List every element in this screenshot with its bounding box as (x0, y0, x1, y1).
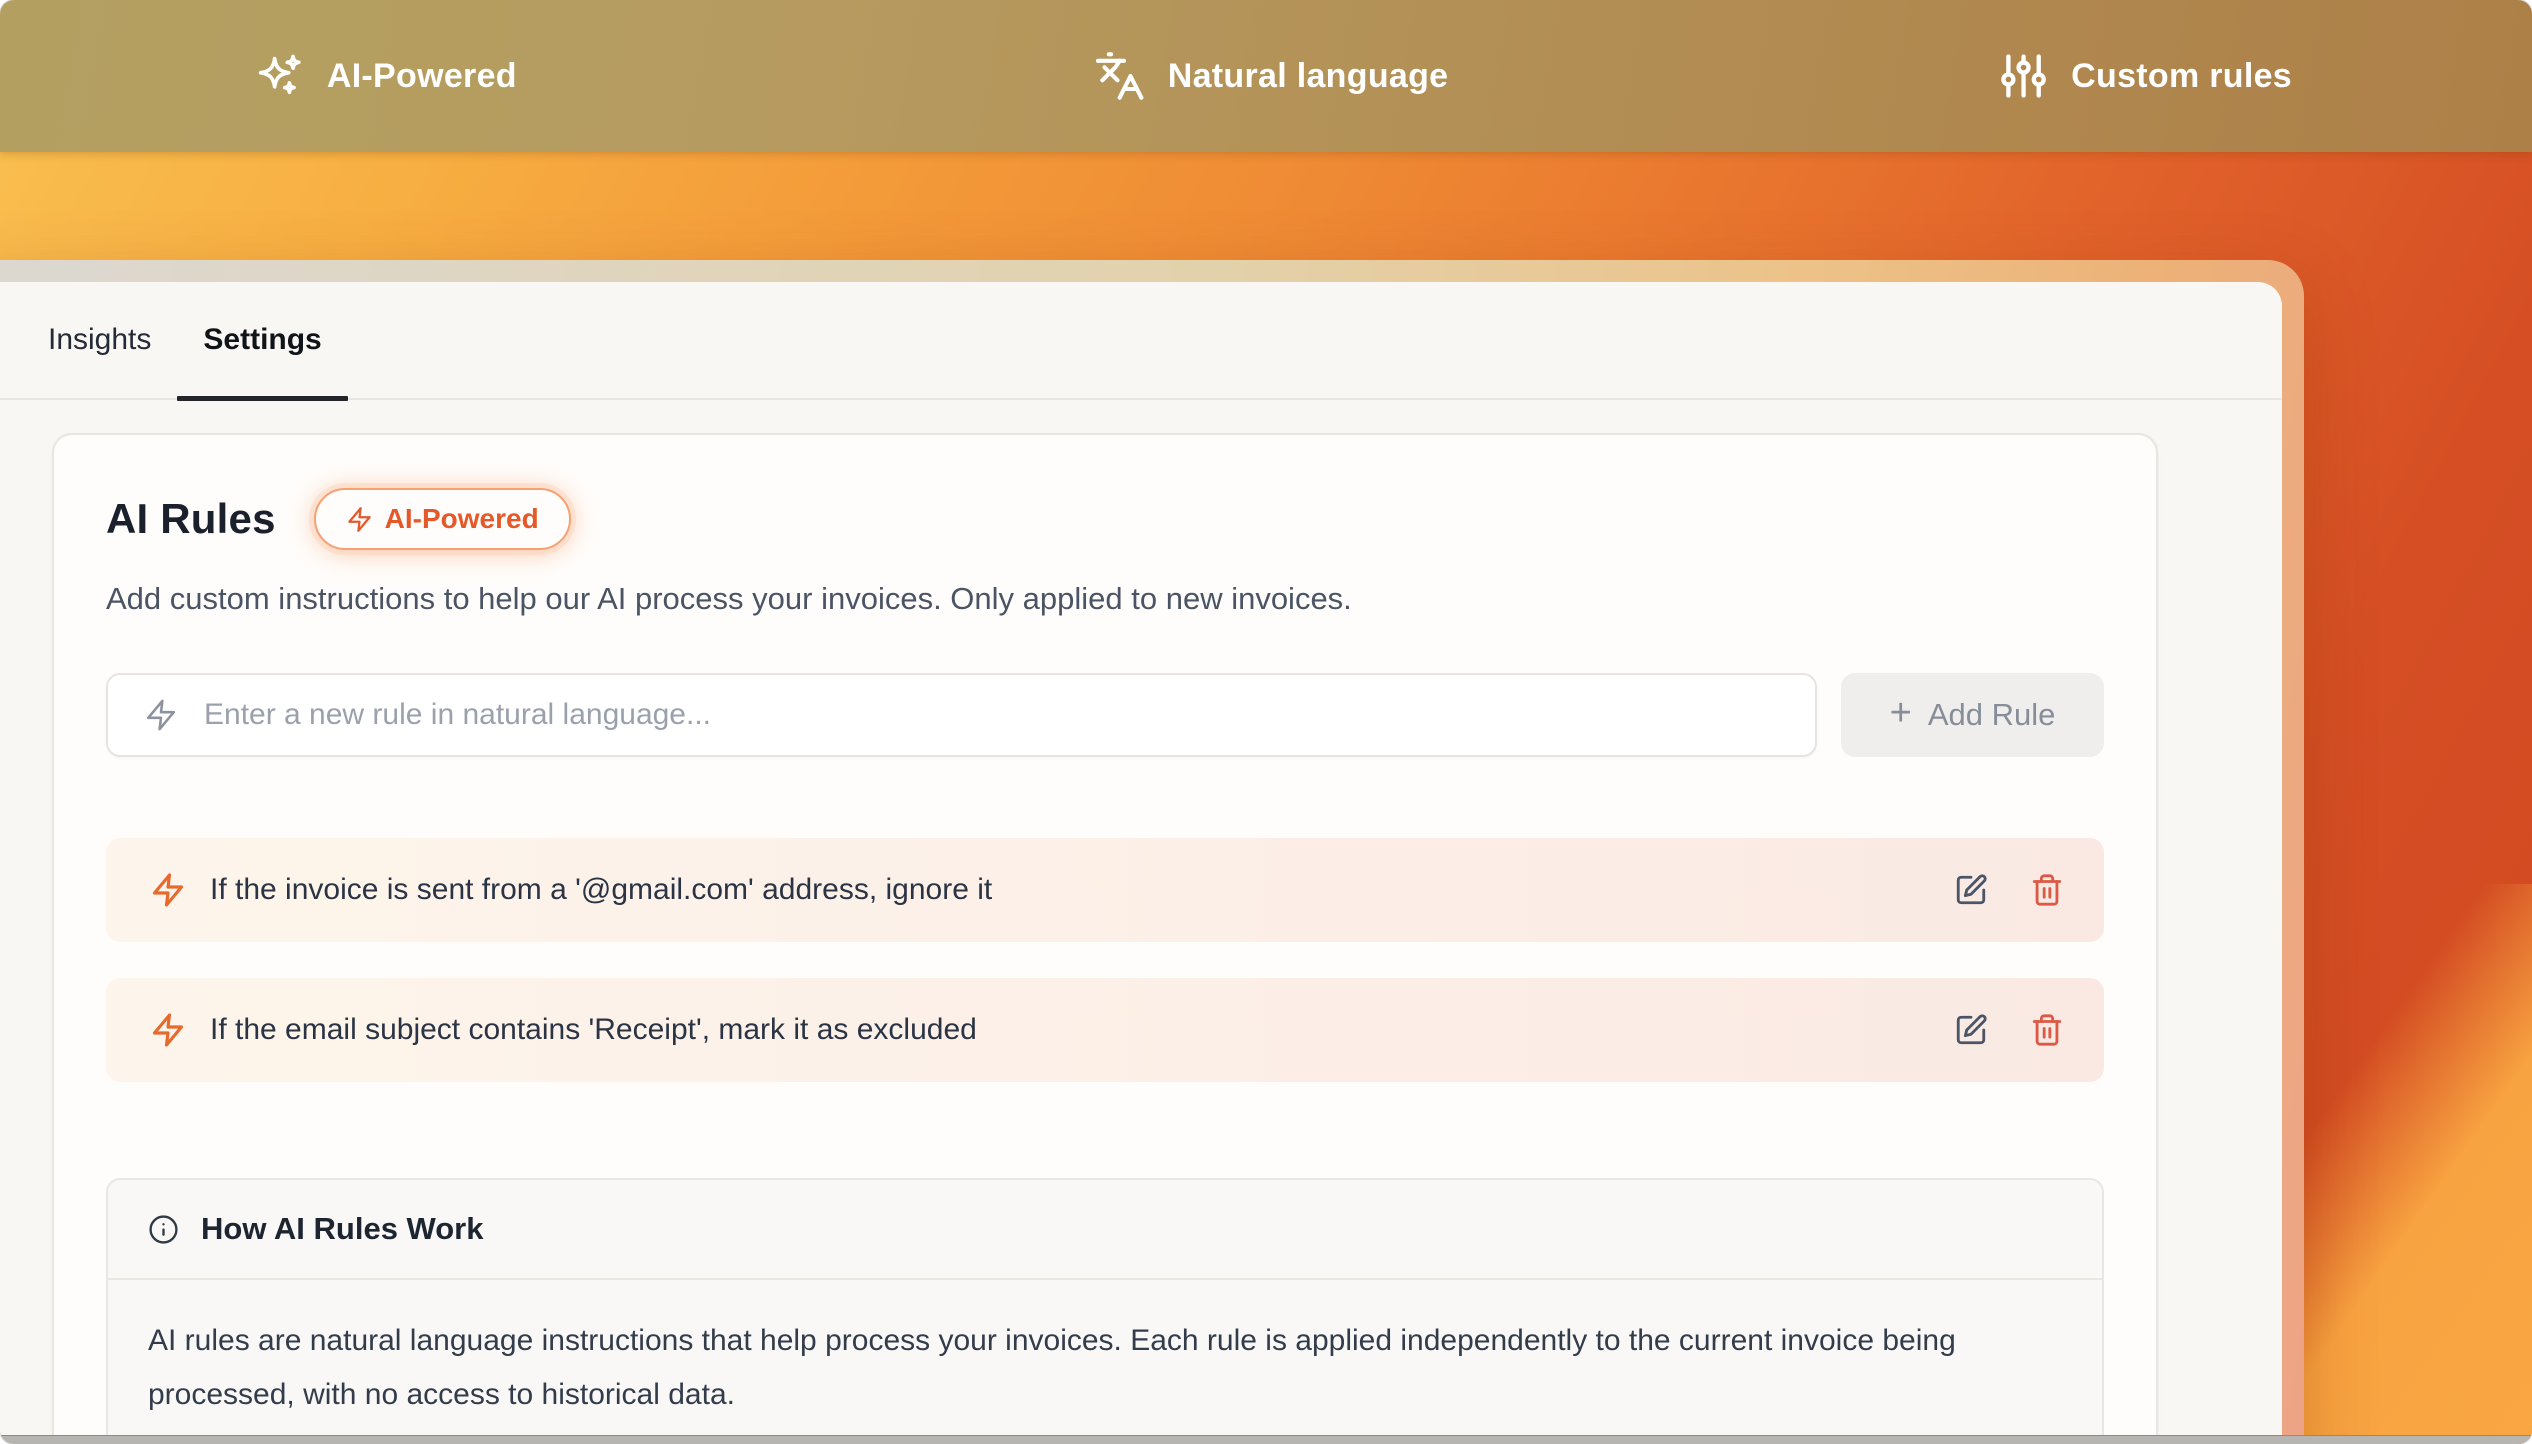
new-rule-row: + Add Rule (106, 673, 2104, 757)
edit-rule-button[interactable] (1954, 1013, 1988, 1047)
info-body: AI rules are natural language instructio… (108, 1280, 2093, 1422)
bolt-icon (150, 1012, 186, 1048)
bolt-icon (150, 872, 186, 908)
rule-text: If the email subject contains 'Receipt',… (210, 1013, 1954, 1047)
app-window: Insights Settings AI Rules AI-Powered Ad… (0, 282, 2282, 1444)
rule-row: If the email subject contains 'Receipt',… (106, 978, 2104, 1082)
trash-icon (2030, 873, 2064, 907)
feature-natural-language: Natural language (1094, 0, 1449, 152)
bolt-icon (346, 506, 373, 533)
delete-rule-button[interactable] (2030, 873, 2064, 907)
marketing-screenshot: AI-Powered Natural language Custom rules… (0, 0, 2532, 1444)
card-title-row: AI Rules AI-Powered (106, 487, 2104, 551)
rule-actions (1954, 873, 2064, 907)
translate-icon (1094, 50, 1146, 102)
rule-input-wrap (106, 673, 1817, 757)
ai-rules-card: AI Rules AI-Powered Add custom instructi… (52, 433, 2158, 1444)
edit-icon (1954, 1013, 1988, 1047)
ai-powered-badge: AI-Powered (314, 488, 571, 550)
badge-label: AI-Powered (385, 503, 539, 535)
rule-actions (1954, 1013, 2064, 1047)
delete-rule-button[interactable] (2030, 1013, 2064, 1047)
add-rule-label: Add Rule (1928, 697, 2056, 733)
feature-ai-powered: AI-Powered (253, 0, 517, 152)
feature-label: AI-Powered (327, 57, 517, 96)
feature-banner: AI-Powered Natural language Custom rules (0, 0, 2532, 152)
edit-icon (1954, 873, 1988, 907)
feature-label: Custom rules (2071, 57, 2292, 96)
add-rule-button[interactable]: + Add Rule (1841, 673, 2104, 757)
how-rules-work-box: How AI Rules Work AI rules are natural l… (106, 1178, 2104, 1444)
new-rule-input[interactable] (106, 673, 1817, 757)
edit-rule-button[interactable] (1954, 873, 1988, 907)
tab-settings[interactable]: Settings (177, 282, 347, 399)
rules-list: If the invoice is sent from a '@gmail.co… (106, 838, 2104, 1082)
info-header: How AI Rules Work (108, 1180, 2102, 1280)
page-title: AI Rules (106, 495, 276, 543)
tab-bar: Insights Settings (0, 282, 2282, 400)
sparkles-icon (253, 50, 305, 102)
info-title: How AI Rules Work (201, 1211, 483, 1247)
trash-icon (2030, 1013, 2064, 1047)
sliders-icon (1997, 50, 2049, 102)
rule-row: If the invoice is sent from a '@gmail.co… (106, 838, 2104, 942)
info-icon (148, 1214, 179, 1245)
card-description: Add custom instructions to help our AI p… (106, 579, 2104, 619)
rule-text: If the invoice is sent from a '@gmail.co… (210, 873, 1954, 907)
feature-label: Natural language (1168, 57, 1449, 96)
screen-bottom-edge (0, 1435, 2532, 1444)
plus-icon: + (1890, 692, 1912, 735)
feature-custom-rules: Custom rules (1997, 0, 2292, 152)
tab-insights[interactable]: Insights (22, 282, 177, 399)
